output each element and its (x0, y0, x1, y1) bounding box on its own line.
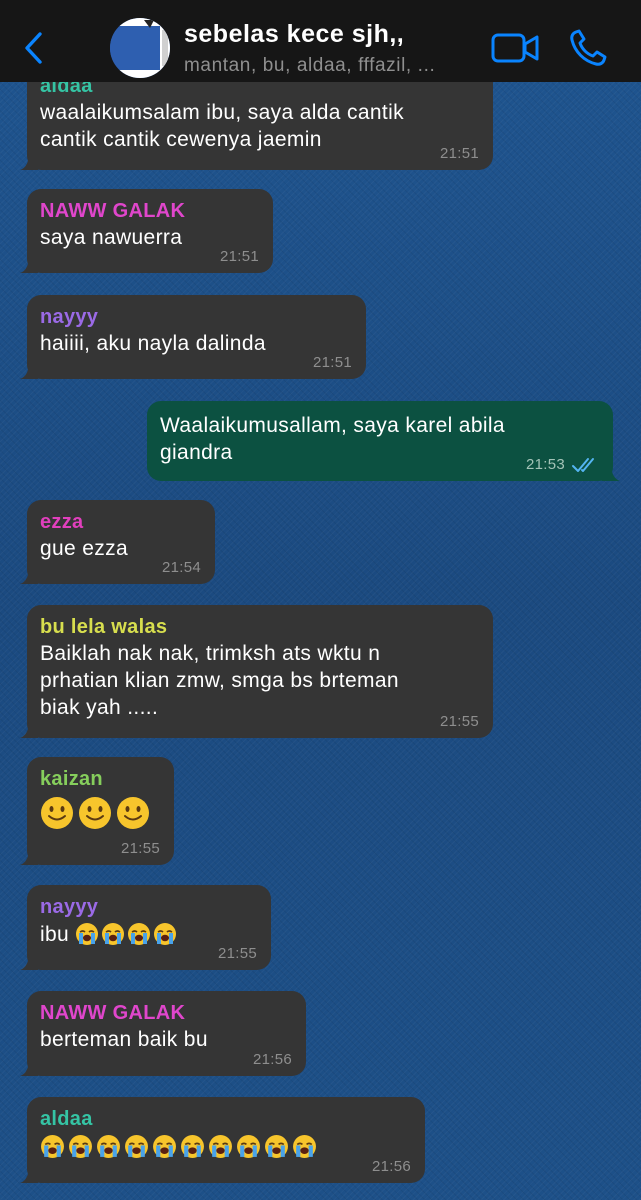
chat-members[interactable]: mantan, bu, aldaa, fffazil, ... (184, 55, 435, 77)
loudly-crying-face-icon (153, 1134, 176, 1158)
message-time: 21:56 (371, 1158, 411, 1175)
group-avatar[interactable] (110, 18, 170, 78)
bubble-tail (20, 952, 38, 970)
slightly-smiling-face-icon (41, 797, 73, 829)
sender-name: ezza (40, 511, 84, 533)
sender-name: nayyy (40, 896, 99, 918)
message-time: 21:51 (439, 145, 479, 162)
loudly-crying-face-icon (154, 923, 177, 946)
chat-header: sebelas kece sjh,, mantan, bu, aldaa, ff… (0, 0, 641, 82)
message-time: 21:55 (120, 840, 160, 857)
loudly-crying-face-icon (69, 1134, 92, 1158)
message-time: 21:54 (161, 559, 201, 576)
message-bubble[interactable]: bu lela walas Baiklah nak nak, trimksh a… (20, 605, 493, 738)
back-button[interactable] (14, 26, 54, 70)
sender-name: bu lela walas (40, 616, 168, 638)
bubble-tail (20, 566, 38, 584)
chevron-left-icon (25, 32, 42, 64)
loudly-crying-face-icon (125, 1134, 148, 1158)
message-text: gue ezza (40, 537, 129, 560)
message-text: haiiii, aku nayla dalinda (40, 332, 266, 355)
voice-call-button[interactable] (566, 26, 610, 70)
bubble-tail (20, 1058, 38, 1076)
sender-name: kaizan (40, 768, 103, 790)
message-bubble[interactable]: NAWW GALAK berteman baik bu 21:56 (20, 991, 306, 1076)
message-bubble[interactable]: nayyy ibu 21:55 (20, 885, 271, 970)
bubble-tail (602, 463, 620, 481)
loudly-crying-face-icon (97, 1134, 120, 1158)
loudly-crying-face-icon (293, 1134, 316, 1158)
message-time: 21:51 (219, 248, 259, 265)
bubble-tail (20, 361, 38, 379)
message-bubble[interactable]: nayyy haiiii, aku nayla dalinda 21:51 (20, 295, 366, 379)
video-call-button[interactable] (490, 28, 542, 68)
bubble-tail (20, 720, 38, 738)
message-text: waalaikumsalam ibu, saya alda cantik can… (40, 101, 404, 151)
message-time: 21:56 (252, 1051, 292, 1068)
slightly-smiling-face-icon (117, 797, 149, 829)
loudly-crying-face-icon (76, 923, 99, 946)
message-text: berteman baik bu (40, 1028, 208, 1051)
message-bubble[interactable]: kaizan 21:55 (20, 757, 174, 865)
loudly-crying-face-icon (265, 1134, 288, 1158)
read-receipt-icon (572, 458, 594, 472)
sender-name: nayyy (40, 306, 99, 328)
loudly-crying-face-icon (237, 1134, 260, 1158)
message-emoji (40, 792, 160, 830)
chat-title[interactable]: sebelas kece sjh,, (184, 20, 404, 49)
message-bubble[interactable]: NAWW GALAK saya nawuerra 21:51 (20, 189, 273, 273)
message-bubble[interactable]: ezza gue ezza 21:54 (20, 500, 215, 584)
message-time: 21:51 (312, 354, 352, 371)
sender-name: aldaa (40, 1108, 93, 1130)
message-bubble[interactable]: aldaa 21:56 (20, 1097, 425, 1183)
message-text: saya nawuerra (40, 226, 183, 249)
message-time: 21:55 (439, 713, 479, 730)
avatar-image (110, 18, 170, 78)
sender-name: NAWW GALAK (40, 1002, 186, 1024)
bubble-tail (20, 255, 38, 273)
message-emoji (40, 1132, 411, 1159)
video-camera-icon (491, 33, 539, 63)
loudly-crying-face-icon (102, 923, 125, 946)
message-text-row: ibu (40, 920, 257, 948)
phone-icon (570, 29, 607, 66)
message-text: Baiklah nak nak, trimksh ats wktu n prha… (40, 642, 399, 719)
loudly-crying-face-icon (181, 1134, 204, 1158)
message-text: Waalaikumusallam, saya karel abila giand… (160, 414, 505, 464)
message-time: 21:55 (217, 945, 257, 962)
bubble-tail (20, 1165, 38, 1183)
loudly-crying-face-icon (209, 1134, 232, 1158)
message-text: ibu (40, 922, 70, 946)
sender-name: NAWW GALAK (40, 200, 186, 222)
loudly-crying-face-icon (128, 923, 151, 946)
bubble-tail (20, 152, 38, 170)
message-bubble-outgoing[interactable]: Waalaikumusallam, saya karel abila giand… (147, 401, 620, 481)
bubble-tail (20, 847, 38, 865)
message-time: 21:53 (525, 456, 565, 473)
message-emoji (75, 922, 179, 946)
loudly-crying-face-icon (41, 1134, 64, 1158)
slightly-smiling-face-icon (79, 797, 111, 829)
